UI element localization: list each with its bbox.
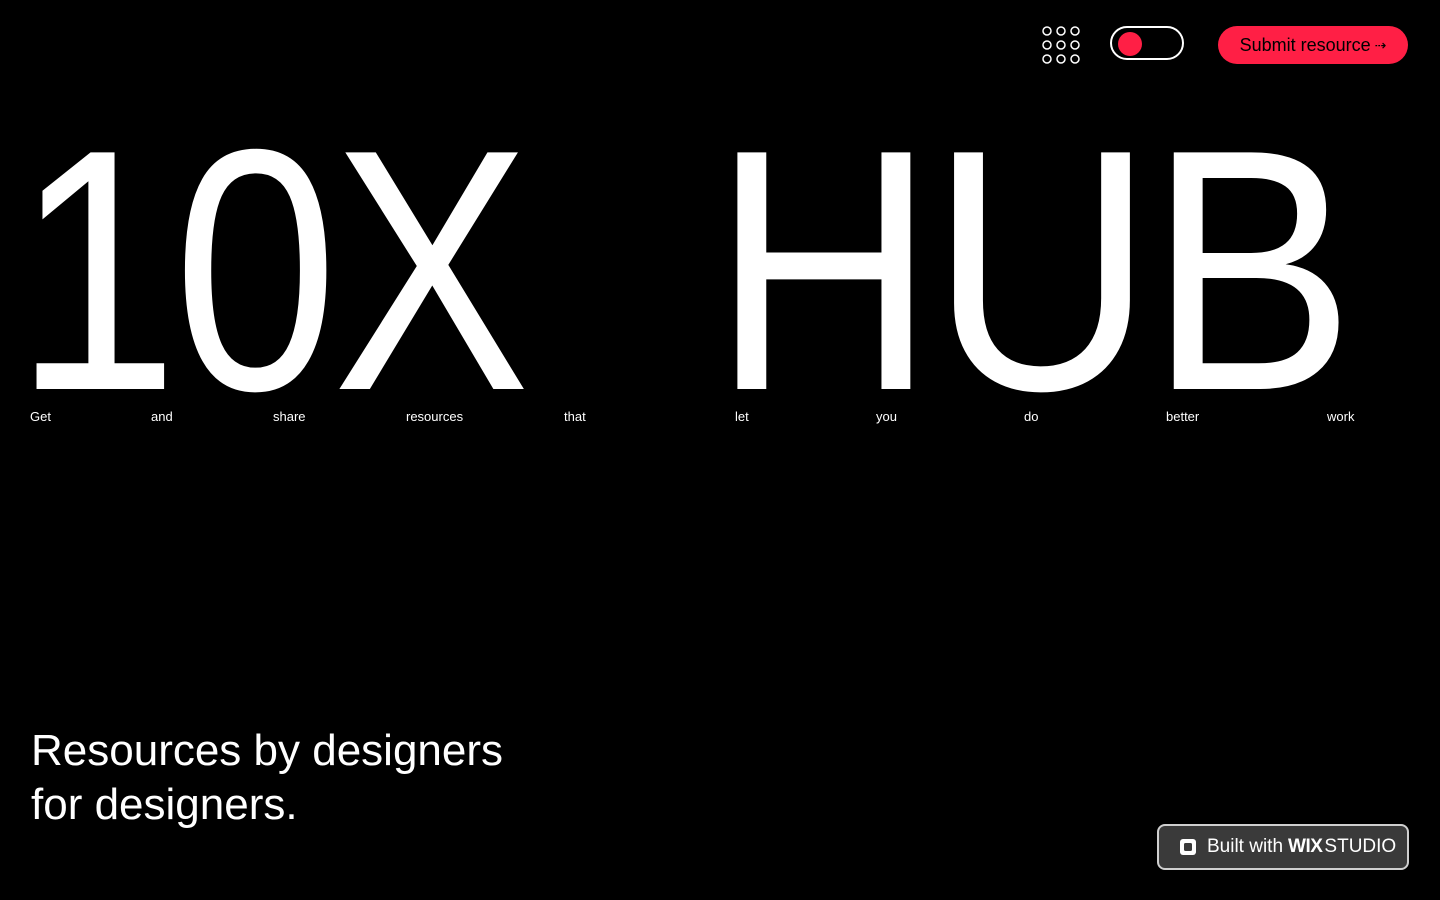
- toggle-knob: [1118, 32, 1142, 56]
- arrow-right-icon: ⇢: [1374, 37, 1387, 53]
- tagline-word: Get: [30, 409, 51, 424]
- submit-resource-button[interactable]: Submit resource ⇢: [1218, 26, 1408, 64]
- tagline-word: resources: [406, 409, 464, 424]
- subheading-line-2: for designers.: [31, 780, 298, 829]
- badge-text: Built with WIX STUDIO: [1207, 836, 1396, 858]
- tagline: Get and share resources that let you do …: [0, 409, 1440, 427]
- badge-brand: WIX: [1288, 836, 1323, 857]
- badge-prefix: Built with: [1207, 836, 1284, 857]
- grid-dots-icon[interactable]: [1040, 24, 1082, 66]
- tagline-word: do: [1024, 409, 1039, 424]
- theme-toggle[interactable]: [1110, 26, 1184, 60]
- badge-product: STUDIO: [1324, 836, 1397, 857]
- tagline-word: let: [735, 409, 749, 424]
- tagline-word: share: [273, 409, 306, 424]
- tagline-word: better: [1166, 409, 1200, 424]
- hero-title-part-2: HUB: [712, 78, 1355, 462]
- hero-title: 10X HUB: [0, 98, 1440, 442]
- subheading: Resources by designers for designers.: [31, 724, 631, 832]
- submit-resource-label: Submit resource: [1239, 34, 1371, 55]
- tagline-word: that: [564, 409, 586, 424]
- hero-title-part-1: 10X: [14, 78, 530, 462]
- square-icon: [1180, 839, 1196, 855]
- tagline-word: work: [1327, 409, 1355, 424]
- page: Submit resource ⇢ 10X HUB Get and share …: [0, 0, 1440, 900]
- tagline-word: and: [151, 409, 173, 424]
- tagline-word: you: [876, 409, 897, 424]
- built-with-wix-studio-badge[interactable]: Built with WIX STUDIO: [1157, 824, 1409, 870]
- subheading-line-1: Resources by designers: [31, 726, 504, 775]
